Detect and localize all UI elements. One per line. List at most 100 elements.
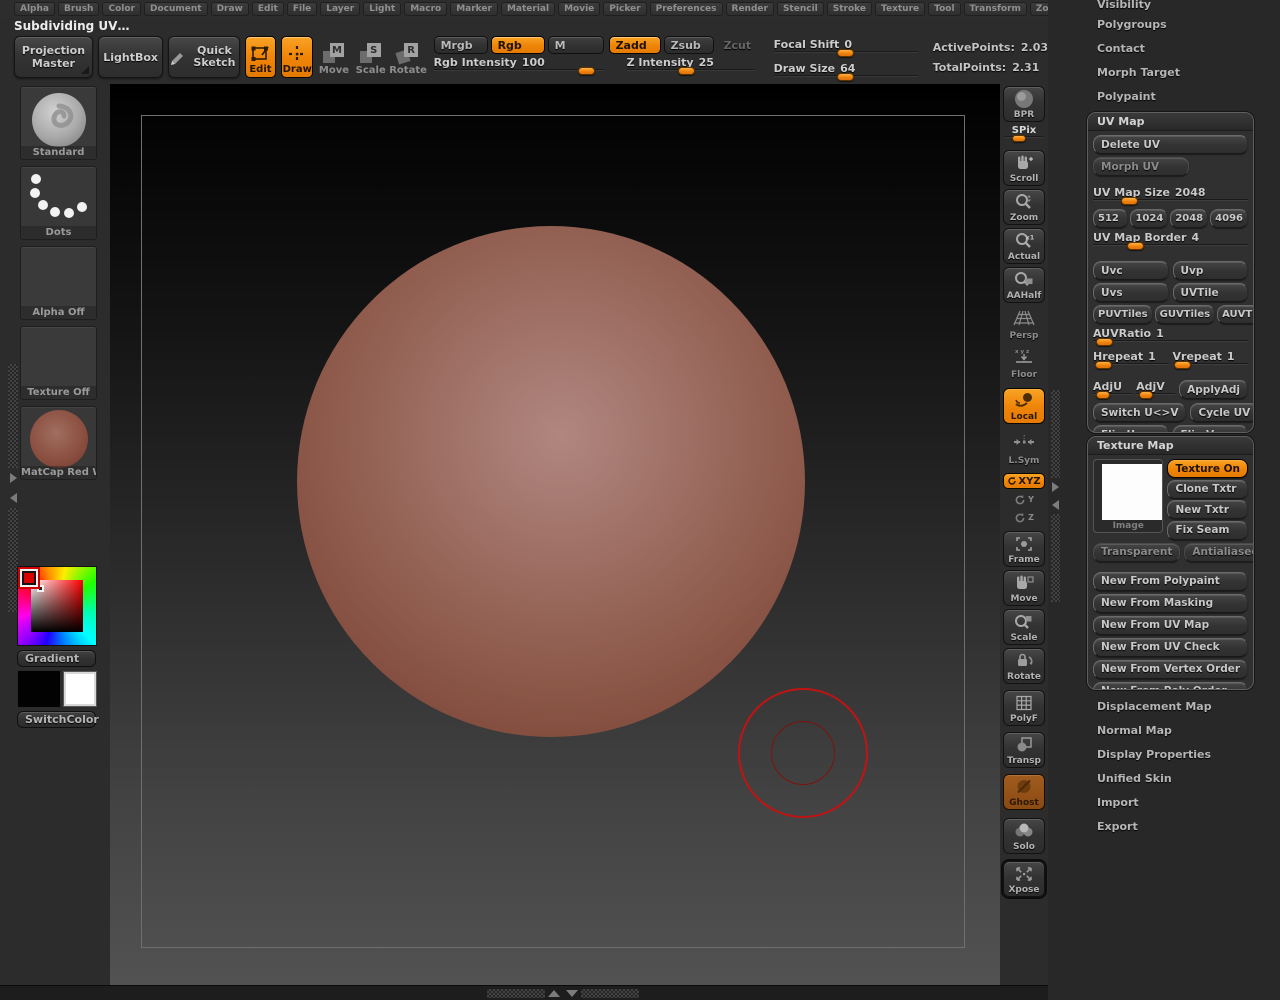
secondary-color-swatch[interactable] — [64, 672, 96, 706]
adjv-handle[interactable] — [1139, 391, 1153, 399]
scroll-button[interactable]: Scroll — [1003, 150, 1045, 186]
bpr-button[interactable]: BPR — [1003, 86, 1045, 122]
texture-image-thumbnail[interactable]: Image — [1093, 459, 1163, 533]
divider-grip[interactable] — [1051, 390, 1060, 478]
uv-map-size-slider[interactable]: UV Map Size2048 — [1093, 186, 1248, 206]
fix-seam-button[interactable]: Fix Seam — [1167, 521, 1248, 540]
frame-button[interactable]: Frame — [1003, 531, 1045, 567]
uvp-button[interactable]: Uvp — [1173, 261, 1249, 280]
switch-uv-button[interactable]: Switch U<>V — [1093, 403, 1186, 422]
menu-brush[interactable]: Brush — [58, 2, 99, 16]
lightbox-button[interactable]: LightBox — [98, 36, 163, 78]
actual-button[interactable]: x1 Actual — [1003, 228, 1045, 264]
mrgb-button[interactable]: Mrgb — [434, 36, 488, 54]
auv-ratio-handle[interactable] — [1096, 338, 1113, 346]
divider-grip[interactable] — [8, 364, 18, 468]
uvtile-button[interactable]: UVTile — [1173, 283, 1249, 302]
m-button[interactable]: M — [548, 36, 604, 54]
section-unified-skin[interactable]: Unified Skin — [1097, 772, 1172, 785]
new-from-uv-check-button[interactable]: New From UV Check — [1093, 638, 1248, 657]
morph-uv-button[interactable]: Morph UV — [1093, 157, 1189, 176]
hrepeat-handle[interactable] — [1095, 361, 1112, 369]
menu-tool[interactable]: Tool — [928, 2, 960, 16]
menu-stroke[interactable]: Stroke — [827, 2, 872, 16]
menu-alpha[interactable]: Alpha — [14, 2, 55, 16]
rotate-mode-button[interactable]: R Rotate — [392, 36, 425, 78]
transparency-button[interactable]: Transp — [1003, 732, 1045, 768]
auvtiles-button[interactable]: AUVTiles — [1217, 305, 1254, 324]
rotate-z-button[interactable]: Z — [1003, 510, 1045, 525]
clone-txtr-button[interactable]: Clone Txtr — [1167, 480, 1248, 499]
zsub-button[interactable]: Zsub — [664, 36, 714, 54]
section-export[interactable]: Export — [1097, 820, 1138, 833]
adju-handle[interactable] — [1096, 391, 1110, 399]
polyframe-button[interactable]: PolyF — [1003, 690, 1045, 726]
divider-grip[interactable] — [581, 989, 639, 998]
draw-size-slider[interactable]: Draw Size64 — [774, 62, 918, 82]
aahalf-button[interactable]: AAHalf — [1003, 267, 1045, 303]
quick-sketch-button[interactable]: Quick Sketch — [168, 36, 239, 78]
applyadj-button[interactable]: ApplyAdj — [1179, 380, 1248, 399]
menu-layer[interactable]: Layer — [320, 2, 360, 16]
delete-uv-button[interactable]: Delete UV — [1093, 135, 1248, 154]
draw-size-handle[interactable] — [837, 73, 854, 81]
flip-u-button[interactable]: Flip U — [1093, 425, 1169, 433]
flip-v-button[interactable]: Flip V — [1173, 425, 1249, 433]
divider-grip[interactable] — [1051, 514, 1060, 602]
divider-grip[interactable] — [487, 989, 545, 998]
gradient-button[interactable]: Gradient — [17, 650, 96, 667]
section-visibility[interactable]: Visibility — [1097, 0, 1151, 11]
new-from-vertex-order-button[interactable]: New From Vertex Order — [1093, 660, 1248, 679]
menu-marker[interactable]: Marker — [450, 2, 498, 16]
current-brush-thumbnail[interactable]: Standard — [20, 86, 97, 160]
section-contact[interactable]: Contact — [1097, 42, 1145, 55]
switch-color-button[interactable]: SwitchColor — [17, 711, 96, 728]
move-mode-button[interactable]: M Move — [318, 36, 350, 78]
transparent-button[interactable]: Transparent — [1093, 543, 1180, 562]
open-bottom-tray-arrow-icon[interactable] — [548, 990, 560, 997]
close-tray-arrow-icon[interactable] — [1052, 500, 1059, 510]
section-polypaint[interactable]: Polypaint — [1097, 90, 1156, 103]
texture-map-header[interactable]: Texture Map — [1088, 437, 1253, 455]
open-tray-arrow-icon[interactable] — [10, 473, 17, 483]
menu-light[interactable]: Light — [363, 2, 401, 16]
uv-size-2048-button[interactable]: 2048 — [1170, 209, 1208, 228]
cycle-uv-button[interactable]: Cycle UV — [1190, 403, 1254, 422]
scale-mode-button[interactable]: S Scale — [355, 36, 387, 78]
new-from-masking-button[interactable]: New From Masking — [1093, 594, 1248, 613]
uv-size-1024-button[interactable]: 1024 — [1130, 209, 1168, 228]
uv-size-4096-button[interactable]: 4096 — [1210, 209, 1248, 228]
section-displacement-map[interactable]: Displacement Map — [1097, 700, 1212, 713]
close-bottom-tray-arrow-icon[interactable] — [566, 990, 578, 997]
menu-preferences[interactable]: Preferences — [650, 2, 723, 16]
menu-stencil[interactable]: Stencil — [777, 2, 824, 16]
uv-map-border-slider[interactable]: UV Map Border4 — [1093, 231, 1248, 251]
vrepeat-handle[interactable] — [1174, 361, 1191, 369]
new-txtr-button[interactable]: New Txtr — [1167, 500, 1248, 519]
guvtiles-button[interactable]: GUVTiles — [1155, 305, 1215, 324]
rotate-canvas-button[interactable]: Rotate — [1003, 648, 1045, 684]
section-polygroups[interactable]: Polygroups — [1097, 18, 1167, 31]
xyz-rotation-button[interactable]: XYZ — [1003, 473, 1045, 489]
current-material-thumbnail[interactable]: MatCap Red Wa — [20, 406, 97, 480]
hrepeat-slider[interactable]: Hrepeat1 — [1093, 350, 1169, 370]
menu-picker[interactable]: Picker — [603, 2, 646, 16]
current-stroke-thumbnail[interactable]: Dots — [20, 166, 97, 240]
uv-map-border-handle[interactable] — [1127, 242, 1144, 250]
menu-texture[interactable]: Texture — [875, 2, 925, 16]
ghost-button[interactable]: Ghost — [1003, 774, 1045, 810]
current-color-swatch[interactable] — [20, 569, 38, 587]
menu-color[interactable]: Color — [102, 2, 141, 16]
new-from-polypaint-button[interactable]: New From Polypaint — [1093, 572, 1248, 591]
xpose-button[interactable]: Xpose — [1003, 861, 1045, 897]
scale-canvas-button[interactable]: Scale — [1003, 609, 1045, 645]
zadd-button[interactable]: Zadd — [609, 36, 661, 54]
edit-mode-button[interactable]: Edit — [245, 36, 277, 78]
menu-file[interactable]: File — [287, 2, 317, 16]
floor-button[interactable]: x y z Floor — [1003, 345, 1045, 381]
auv-ratio-slider[interactable]: AUVRatio1 — [1093, 327, 1248, 347]
close-tray-arrow-icon[interactable] — [10, 493, 17, 503]
menu-draw[interactable]: Draw — [211, 2, 249, 16]
draw-mode-button[interactable]: Draw — [281, 36, 313, 78]
zcut-button[interactable]: Zcut — [717, 36, 755, 54]
